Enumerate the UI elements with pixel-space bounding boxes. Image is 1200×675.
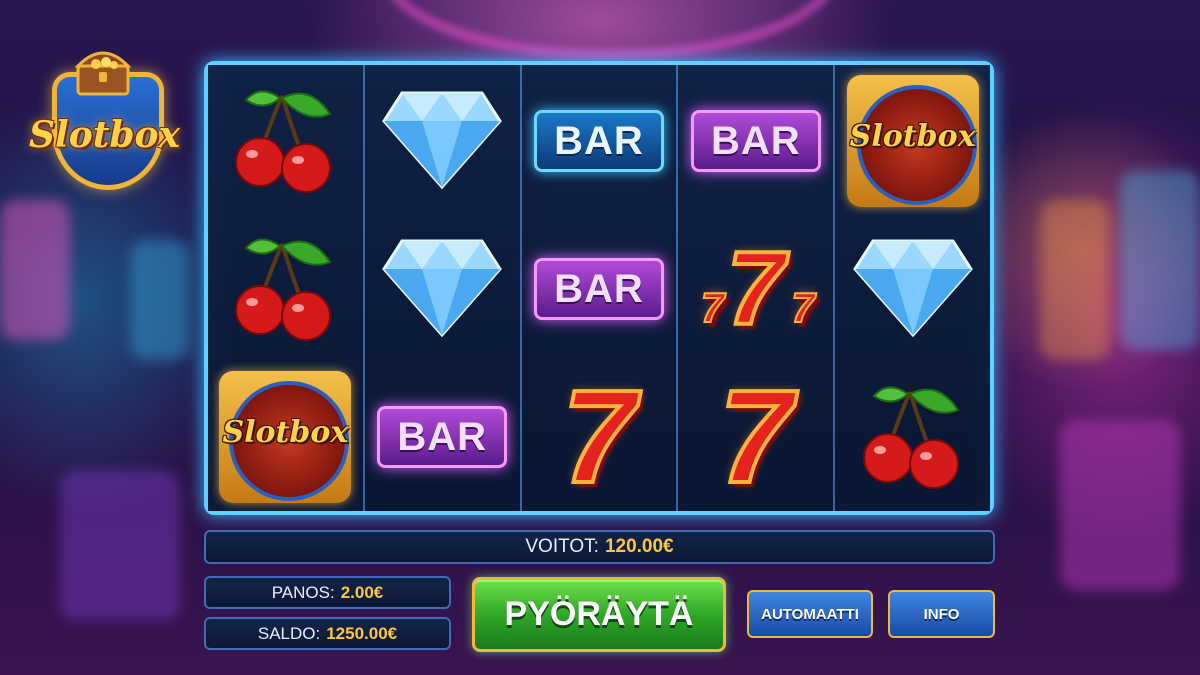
- reel-2-row-3: BAR: [365, 363, 520, 511]
- bar-symbol: BAR: [533, 258, 664, 320]
- bg-chair-right: [1060, 420, 1180, 590]
- reel-window: Slotbox BAR BAR BAR 7 BAR 7 7 7 7 Slotbox: [204, 61, 994, 515]
- seven-symbol: 777: [700, 231, 816, 347]
- reel-4-row-2: 777: [678, 215, 833, 363]
- bar-symbol: BAR: [377, 406, 508, 468]
- reel-4-row-3: 7: [678, 363, 833, 511]
- bet-label: PANOS:: [271, 582, 335, 602]
- info-button[interactable]: INFO: [888, 590, 995, 638]
- reel-4: BAR 7 7 7 7: [678, 65, 836, 511]
- reel-5-row-1: Slotbox: [835, 67, 990, 215]
- reel-2: BAR: [364, 65, 522, 511]
- win-label: VOITOT:: [525, 536, 599, 557]
- bet-display[interactable]: PANOS: 2.00€: [204, 576, 451, 609]
- slotbox-emblem-symbol: Slotbox: [846, 75, 979, 207]
- treasure-chest-icon: [74, 51, 132, 96]
- seven-symbol: 7: [560, 363, 637, 510]
- slotbox-logo: Slotbox: [22, 42, 187, 190]
- bg-arcade-left: [0, 200, 70, 340]
- bg-arcade-right: [1040, 200, 1110, 360]
- diamond-icon: [851, 235, 975, 343]
- cherry-icon: [230, 232, 340, 346]
- seven-symbol: 7: [717, 363, 794, 510]
- reel-4-row-1: BAR: [678, 67, 833, 215]
- cherry-icon: [230, 84, 340, 198]
- reel-2-row-2: [365, 215, 520, 363]
- reel-2-row-1: [365, 67, 520, 215]
- bar-symbol: BAR: [533, 110, 664, 172]
- diamond-icon: [380, 87, 504, 195]
- seven-mini-right: 7: [790, 284, 815, 331]
- win-display: VOITOT: 120.00€: [204, 530, 995, 564]
- reel-5: Slotbox: [835, 65, 990, 511]
- bet-value: 2.00€: [340, 582, 384, 602]
- reel-1: Slotbox: [208, 65, 365, 511]
- autoplay-button[interactable]: AUTOMAATTI: [747, 590, 873, 638]
- reel-3-row-3: 7: [522, 363, 677, 511]
- seven-mini-left: 7: [700, 284, 725, 331]
- reel-3-row-1: BAR: [522, 67, 677, 215]
- emblem-text: Slotbox: [222, 415, 349, 450]
- reel-1-row-2: [208, 215, 363, 363]
- win-value: 120.00€: [604, 536, 674, 557]
- reel-5-row-3: [835, 363, 990, 511]
- bar-symbol: BAR: [690, 110, 821, 172]
- bg-arcade-left-2: [130, 240, 190, 360]
- logo-wordmark: Slotbox: [29, 114, 180, 156]
- balance-label: SALDO:: [257, 623, 321, 643]
- reel-5-row-2: [835, 215, 990, 363]
- slotbox-emblem-symbol: Slotbox: [219, 371, 352, 503]
- reel-1-row-3: Slotbox: [208, 363, 363, 511]
- reel-3-row-2: BAR: [522, 215, 677, 363]
- cherry-icon: [858, 380, 968, 494]
- emblem-text: Slotbox: [849, 119, 976, 154]
- bg-ceiling-light: [380, 0, 840, 60]
- balance-display: SALDO: 1250.00€: [204, 617, 451, 650]
- spin-button[interactable]: PYÖRÄYTÄ: [472, 577, 726, 652]
- bg-chair-left: [60, 470, 180, 620]
- bg-arcade-right-2: [1120, 170, 1200, 350]
- balance-value: 1250.00€: [326, 623, 398, 643]
- diamond-icon: [380, 235, 504, 343]
- reel-1-row-1: [208, 67, 363, 215]
- reel-3: BAR BAR 7: [521, 65, 679, 511]
